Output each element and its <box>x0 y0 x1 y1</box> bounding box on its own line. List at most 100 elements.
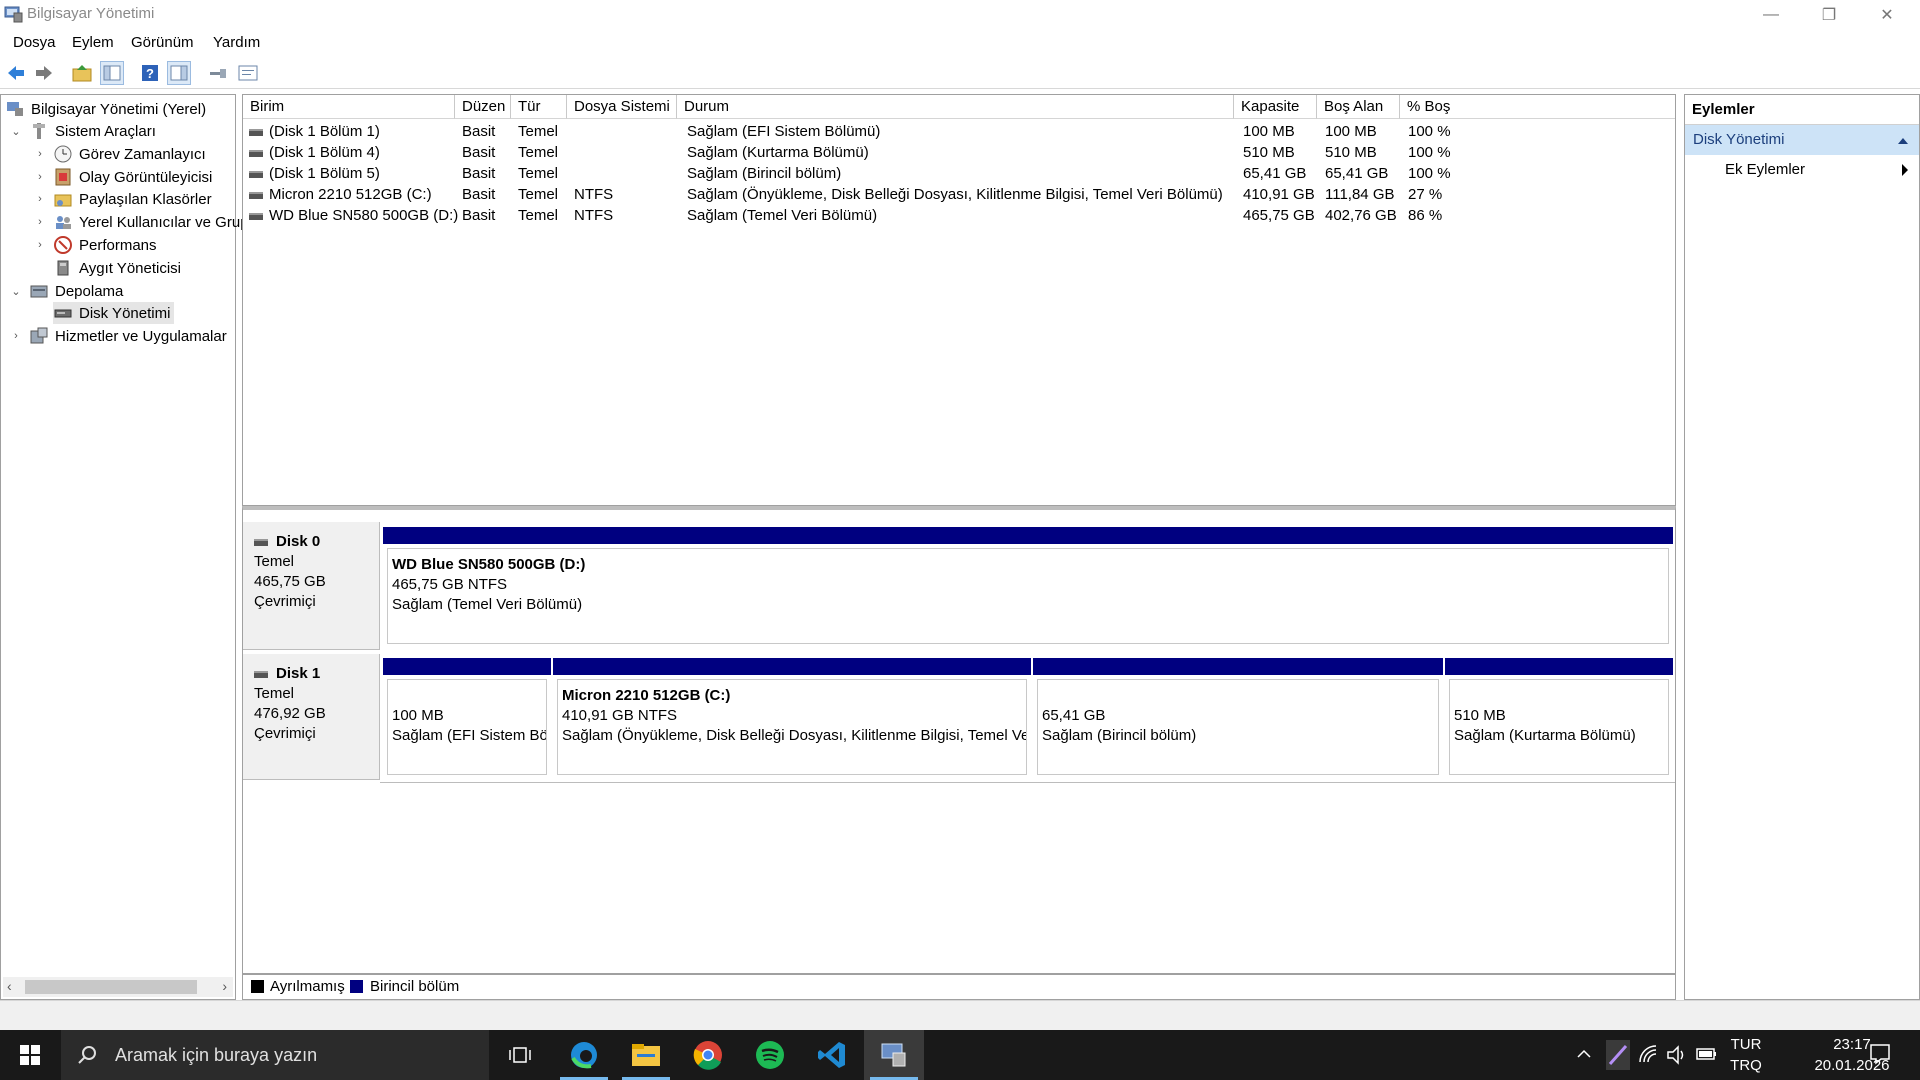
disk-1-info[interactable]: Disk 1 Temel 476,92 GB Çevrimiçi <box>243 654 380 780</box>
properties-icon[interactable] <box>236 61 260 85</box>
cell-percent-free: 100 % <box>1408 165 1451 182</box>
table-row[interactable]: (Disk 1 Bölüm 1) Basit Temel Sağlam (EFI… <box>243 121 1675 142</box>
tree-label: Hizmetler ve Uygulamalar <box>55 327 227 345</box>
column-header-status[interactable]: Durum <box>677 95 1234 119</box>
table-row[interactable]: Micron 2210 512GB (C:) Basit Temel NTFS … <box>243 184 1675 205</box>
help-icon[interactable]: ? <box>138 61 162 85</box>
chevron-right-icon[interactable]: › <box>33 171 47 183</box>
cell-free-space: 510 MB <box>1325 144 1377 161</box>
console-tree: Bilgisayar Yönetimi (Yerel) ⌄ Sistem Ara… <box>0 94 249 1000</box>
chevron-down-icon[interactable]: ⌄ <box>9 285 23 298</box>
tree-item-shared-folders[interactable]: › Paylaşılan Klasörler <box>33 188 211 210</box>
column-header-capacity[interactable]: Kapasite <box>1234 95 1317 119</box>
vscode-icon[interactable] <box>802 1030 862 1080</box>
spotify-icon[interactable] <box>740 1030 800 1080</box>
file-explorer-icon[interactable] <box>616 1030 676 1080</box>
tree-horizontal-scrollbar[interactable]: ‹ › <box>3 977 233 997</box>
forward-arrow-icon[interactable] <box>32 61 56 85</box>
chevron-down-icon[interactable]: ⌄ <box>9 125 23 138</box>
partition-title: WD Blue SN580 500GB (D:) <box>392 556 586 573</box>
actions-pane: Eylemler Disk Yönetimi Ek Eylemler <box>1684 94 1920 1000</box>
notification-center-icon[interactable] <box>1868 1042 1892 1070</box>
cell-file-system: NTFS <box>574 186 614 203</box>
tree-item-device-manager[interactable]: Aygıt Yöneticisi <box>53 257 181 279</box>
column-header-volume[interactable]: Birim <box>243 95 455 119</box>
key-icon[interactable] <box>206 61 230 85</box>
back-arrow-icon[interactable] <box>4 61 28 85</box>
scroll-left-arrow-icon[interactable]: ‹ <box>7 978 12 994</box>
column-header-percent-free[interactable]: % Boş <box>1400 95 1675 119</box>
chevron-right-icon[interactable]: › <box>33 239 47 251</box>
shared-folder-icon <box>53 189 73 209</box>
computer-management-icon <box>4 5 24 23</box>
column-header-layout[interactable]: Düzen <box>455 95 511 119</box>
tree-item-disk-management[interactable]: Disk Yönetimi <box>53 302 175 324</box>
wifi-icon[interactable] <box>1638 1044 1660 1070</box>
scroll-right-arrow-icon[interactable]: › <box>222 978 227 994</box>
column-header-type[interactable]: Tür <box>511 95 567 119</box>
tree-item-root[interactable]: Bilgisayar Yönetimi (Yerel) <box>5 98 206 120</box>
cell-layout: Basit <box>462 186 496 203</box>
up-folder-icon[interactable] <box>70 61 94 85</box>
partition-recovery[interactable]: 510 MB Sağlam (Kurtarma Bölümü) <box>1445 658 1673 779</box>
tree-item-system-tools[interactable]: ⌄ Sistem Araçları <box>9 120 155 142</box>
show-hide-tree-icon[interactable] <box>100 61 124 85</box>
actions-group-disk-management[interactable]: Disk Yönetimi <box>1685 125 1919 155</box>
tree-item-local-users[interactable]: › Yerel Kullanıcılar ve Grup <box>33 211 249 233</box>
partition-primary[interactable]: 65,41 GB Sağlam (Birincil bölüm) <box>1033 658 1443 779</box>
services-icon <box>29 326 49 346</box>
language-indicator[interactable]: TUR TRQ <box>1726 1034 1766 1076</box>
table-row[interactable]: (Disk 1 Bölüm 5) Basit Temel Sağlam (Bir… <box>243 163 1675 184</box>
menu-view[interactable]: Görünüm <box>131 34 194 51</box>
disk-graphical-view: Disk 0 Temel 465,75 GB Çevrimiçi WD Blue… <box>242 506 1676 974</box>
tree-label: Yerel Kullanıcılar ve Grup <box>79 213 249 231</box>
column-header-file-system[interactable]: Dosya Sistemi <box>567 95 677 119</box>
minimize-button[interactable]: — <box>1742 0 1800 30</box>
taskbar-search-box[interactable]: Aramak için buraya yazın <box>61 1030 489 1080</box>
tree-item-services[interactable]: › Hizmetler ve Uygulamalar <box>9 325 227 347</box>
cell-status: Sağlam (Kurtarma Bölümü) <box>687 144 869 161</box>
task-view-icon[interactable] <box>490 1030 550 1080</box>
show-hide-action-pane-icon[interactable] <box>167 61 191 85</box>
more-actions-item[interactable]: Ek Eylemler <box>1685 155 1919 185</box>
table-row[interactable]: (Disk 1 Bölüm 4) Basit Temel Sağlam (Kur… <box>243 142 1675 163</box>
computer-management-icon <box>5 99 25 119</box>
menu-file[interactable]: Dosya <box>13 34 56 51</box>
cell-volume: (Disk 1 Bölüm 4) <box>269 144 380 161</box>
cell-status: Sağlam (Önyükleme, Disk Belleği Dosyası,… <box>687 186 1223 203</box>
language-code: TUR <box>1730 1036 1762 1053</box>
volume-icon <box>249 191 263 199</box>
table-row[interactable]: WD Blue SN580 500GB (D:) Basit Temel NTF… <box>243 205 1675 226</box>
battery-icon[interactable] <box>1696 1046 1718 1066</box>
partition-efi[interactable]: 100 MB Sağlam (EFI Sistem Bölümü) <box>383 658 551 779</box>
tree-item-performance[interactable]: › Performans <box>33 234 157 256</box>
restore-button[interactable]: ❐ <box>1800 0 1858 30</box>
chevron-right-icon[interactable]: › <box>33 148 47 160</box>
tree-item-event-viewer[interactable]: › Olay Görüntüleyicisi <box>33 166 212 188</box>
start-button[interactable] <box>0 1030 60 1080</box>
chevron-right-icon[interactable]: › <box>33 193 47 205</box>
computer-management-taskbar-icon[interactable] <box>864 1030 924 1080</box>
partition-d[interactable]: WD Blue SN580 500GB (D:) 465,75 GB NTFS … <box>383 527 1673 648</box>
tree-item-task-scheduler[interactable]: › Görev Zamanlayıcı <box>33 143 206 165</box>
tree-item-storage[interactable]: ⌄ Depolama <box>9 280 123 302</box>
column-header-free-space[interactable]: Boş Alan <box>1317 95 1400 119</box>
menu-help[interactable]: Yardım <box>213 34 260 51</box>
cell-capacity: 65,41 GB <box>1243 165 1307 182</box>
chevron-right-icon[interactable]: › <box>33 216 47 228</box>
cell-free-space: 100 MB <box>1325 123 1377 140</box>
tray-overflow-icon[interactable] <box>1576 1044 1592 1068</box>
disk-icon <box>53 303 73 323</box>
partition-bar <box>553 658 1031 675</box>
disk-0-info[interactable]: Disk 0 Temel 465,75 GB Çevrimiçi <box>243 522 380 650</box>
partition-bar <box>1445 658 1673 675</box>
scrollbar-thumb[interactable] <box>25 980 197 994</box>
close-button[interactable]: ✕ <box>1858 0 1916 30</box>
pen-icon[interactable] <box>1606 1040 1630 1070</box>
chevron-right-icon[interactable]: › <box>9 330 23 342</box>
edge-icon[interactable] <box>554 1030 614 1080</box>
volume-icon[interactable] <box>1666 1044 1688 1070</box>
chrome-icon[interactable] <box>678 1030 738 1080</box>
menu-action[interactable]: Eylem <box>72 34 114 51</box>
partition-c[interactable]: Micron 2210 512GB (C:) 410,91 GB NTFS Sa… <box>553 658 1031 779</box>
